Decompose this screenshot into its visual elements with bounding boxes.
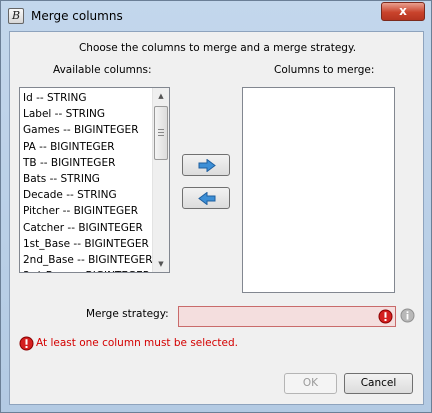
ok-button[interactable]: OK <box>284 373 337 394</box>
info-icon[interactable] <box>400 308 415 323</box>
close-button[interactable]: x <box>381 2 425 21</box>
merge-strategy-label: Merge strategy: <box>86 308 169 320</box>
list-item[interactable]: Games -- BIGINTEGER <box>22 122 156 138</box>
remove-column-button[interactable] <box>182 187 230 209</box>
list-item[interactable]: Decade -- STRING <box>22 187 156 203</box>
grip-line <box>158 129 164 130</box>
arrow-right-icon <box>198 159 216 172</box>
list-item[interactable]: TB -- BIGINTEGER <box>22 155 156 171</box>
grip-line <box>158 132 164 133</box>
scroll-thumb[interactable] <box>154 106 168 160</box>
cancel-button[interactable]: Cancel <box>344 373 413 394</box>
list-item[interactable]: Catcher -- BIGINTEGER <box>22 220 156 236</box>
columns-to-merge-label: Columns to merge: <box>274 64 375 76</box>
arrow-left-icon <box>198 192 216 205</box>
grip-line <box>158 135 164 136</box>
instruction-text: Choose the columns to merge and a merge … <box>78 42 357 54</box>
available-columns-items: Id -- STRING Label -- STRING Games -- BIGI… <box>22 90 156 272</box>
available-columns-list[interactable]: Id -- STRING Label -- STRING Games -- BIGI… <box>19 87 170 273</box>
list-item[interactable]: Bats -- STRING <box>22 171 156 187</box>
list-item[interactable]: Pitcher -- BIGINTEGER <box>22 203 156 219</box>
merge-columns-dialog: B Merge columns x Choose the columns to … <box>0 0 432 413</box>
list-item[interactable]: 1st_Base -- BIGINTEGER <box>22 236 156 252</box>
available-columns-label: Available columns: <box>53 64 152 76</box>
error-icon <box>19 336 34 351</box>
merge-strategy-select[interactable] <box>178 306 396 327</box>
title-bar[interactable]: B Merge columns x <box>1 1 431 31</box>
app-icon: B <box>8 8 24 24</box>
dialog-body: Choose the columns to merge and a merge … <box>9 31 424 405</box>
error-message: At least one column must be selected. <box>36 337 238 349</box>
scroll-up-icon[interactable]: ▲ <box>153 88 169 104</box>
list-item[interactable]: PA -- BIGINTEGER <box>22 139 156 155</box>
window-title: Merge columns <box>31 9 123 23</box>
vertical-scrollbar[interactable]: ▲ ▼ <box>152 88 169 272</box>
columns-to-merge-list[interactable] <box>242 87 395 293</box>
error-indicator-icon <box>378 309 393 324</box>
list-item[interactable]: 3rd_Base -- BIGINTEGER <box>22 268 156 272</box>
add-column-button[interactable] <box>182 154 230 176</box>
scroll-down-icon[interactable]: ▼ <box>153 256 169 272</box>
list-item[interactable]: Id -- STRING <box>22 90 156 106</box>
list-item[interactable]: Label -- STRING <box>22 106 156 122</box>
list-item[interactable]: 2nd_Base -- BIGINTEGER <box>22 252 156 268</box>
